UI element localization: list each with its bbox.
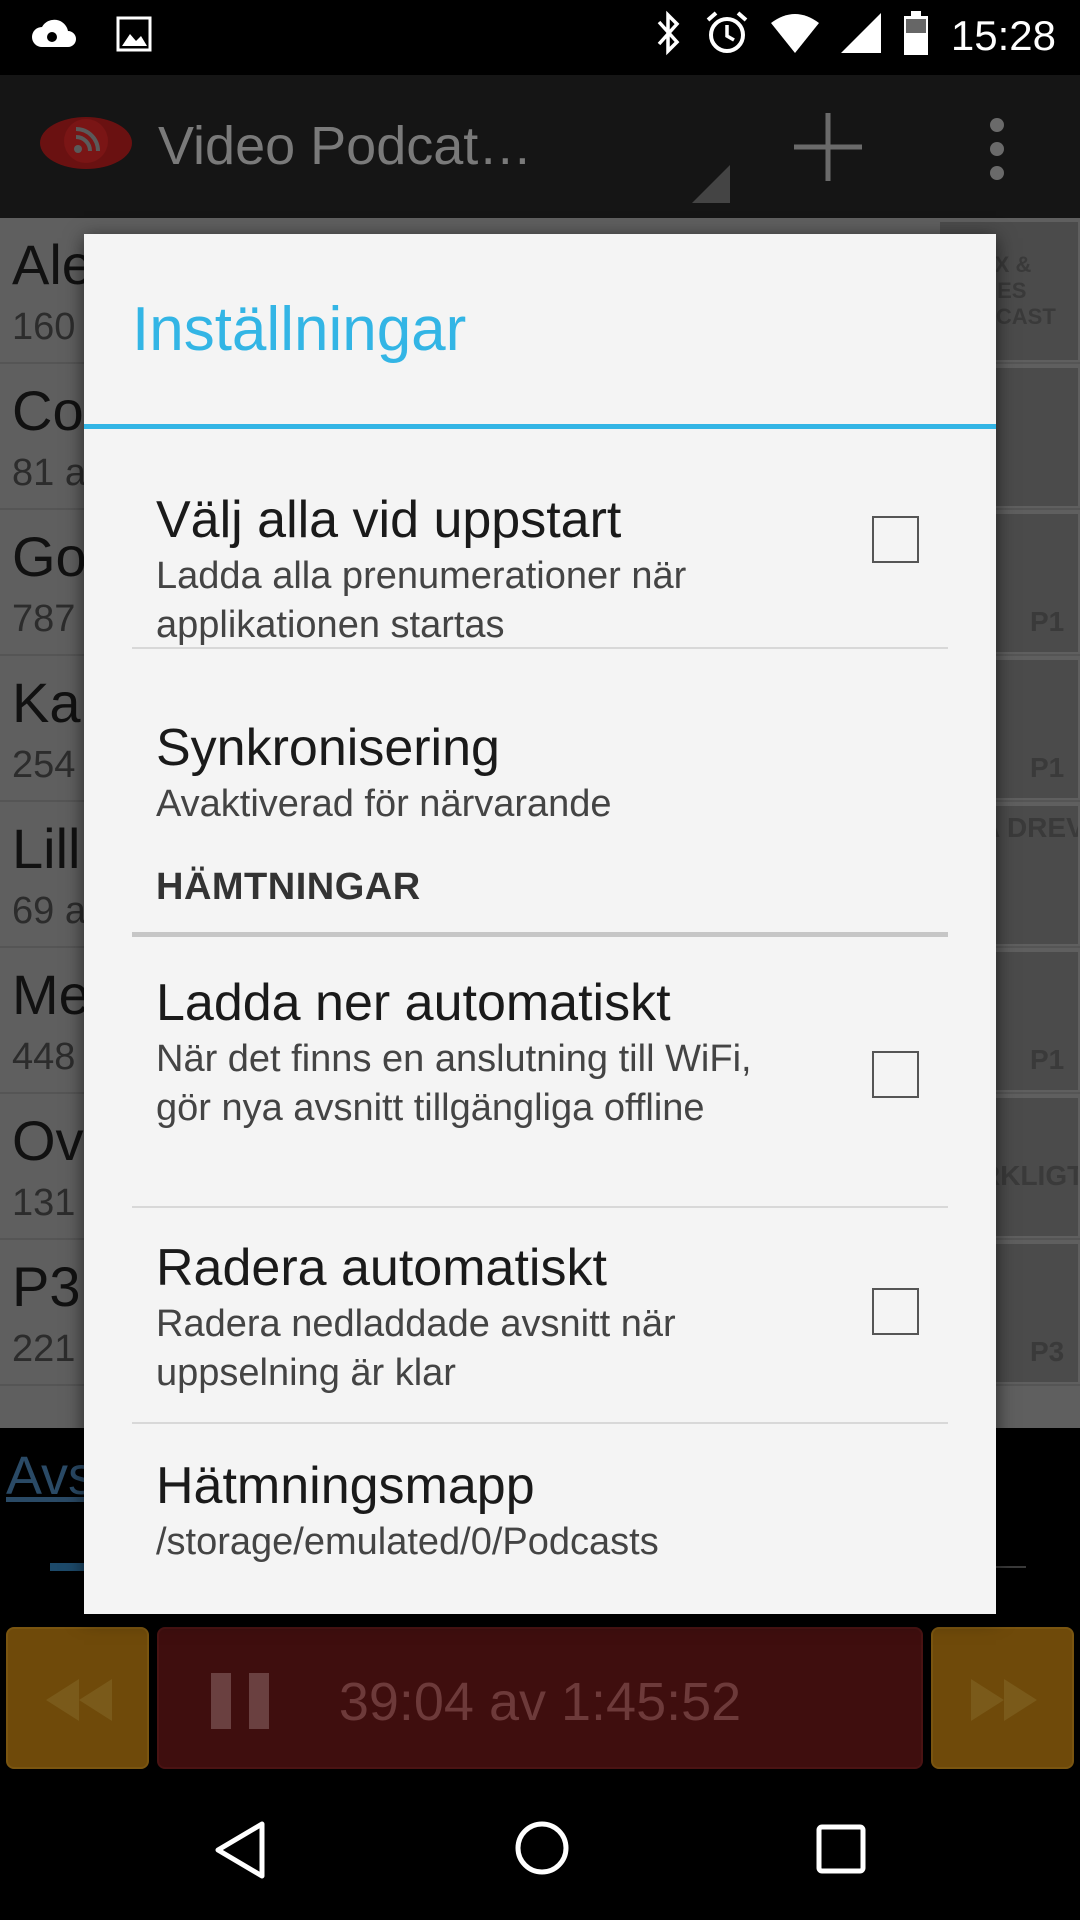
list-item-title: P3	[12, 1255, 81, 1318]
add-icon[interactable]	[792, 111, 864, 183]
pref-summary: När det finns en anslutning till WiFi, g…	[156, 1038, 752, 1129]
list-item-title: Go	[12, 525, 87, 588]
pref-summary: Radera nedladdade avsnitt när uppselning…	[156, 1303, 676, 1394]
pref-summary: Avaktiverad för närvarande	[156, 783, 612, 825]
recents-icon[interactable]	[816, 1824, 866, 1879]
list-item-subtitle: 160	[12, 306, 76, 348]
rewind-button[interactable]	[6, 1627, 149, 1769]
clock: 15:28	[950, 11, 1056, 59]
list-item-title: Ka	[12, 671, 81, 734]
playback-time: 39:04 av 1:45:52	[338, 1672, 742, 1732]
divider	[132, 647, 948, 649]
rewind-icon	[46, 1679, 112, 1721]
list-item-subtitle: 787	[12, 598, 76, 640]
list-item-subtitle: 69 a	[12, 890, 86, 932]
auto-delete-checkbox[interactable]	[872, 1288, 919, 1335]
settings-dialog: Inställningar Välj alla vid uppstart Lad…	[84, 234, 996, 1614]
pref-title: Välj alla vid uppstart	[156, 491, 622, 549]
fast-forward-button[interactable]	[931, 1627, 1074, 1769]
pref-title: Ladda ner automatiskt	[156, 974, 671, 1032]
title-divider	[84, 424, 996, 429]
fast-forward-icon	[971, 1679, 1037, 1721]
battery-icon	[903, 11, 929, 60]
spinner-indicator-icon[interactable]	[692, 165, 730, 203]
status-bar: 15:28	[0, 0, 1080, 75]
pref-title: Hätmningsmapp	[156, 1457, 535, 1515]
back-icon[interactable]	[212, 1820, 268, 1885]
alarm-icon	[705, 10, 749, 61]
pref-summary: Ladda alla prenumerationer när applikati…	[156, 555, 687, 646]
app-logo-icon	[38, 109, 134, 173]
wifi-icon	[770, 13, 819, 58]
play-pause-button[interactable]: 39:04 av 1:45:52	[157, 1627, 923, 1769]
dialog-title: Inställningar	[132, 295, 467, 364]
list-item-subtitle: 131	[12, 1182, 76, 1224]
navigation-bar	[0, 1780, 1080, 1920]
cloud-sync-icon	[30, 17, 76, 56]
select-all-checkbox[interactable]	[872, 516, 919, 563]
list-item-subtitle: 448	[12, 1036, 76, 1078]
thumbnail-label: P1	[1030, 1044, 1065, 1075]
section-header-downloads: HÄMTNINGAR	[156, 866, 421, 908]
thumbnail-label: P3	[1030, 1336, 1065, 1367]
list-item-subtitle: 254	[12, 744, 76, 786]
thumbnail-label: P1	[1030, 606, 1065, 637]
episodes-link[interactable]: Avs	[6, 1445, 95, 1507]
pref-title: Radera automatiskt	[156, 1239, 607, 1297]
pref-synchronization[interactable]: Synkronisering Avaktiverad för närvarand…	[132, 650, 948, 846]
list-item-title: Lill	[12, 817, 81, 880]
image-icon	[116, 16, 152, 57]
pref-select-all-on-startup[interactable]: Välj alla vid uppstart Ladda alla prenum…	[132, 434, 948, 654]
list-item-subtitle: 221	[12, 1328, 76, 1370]
thumbnail-label: P1	[1030, 752, 1065, 783]
pref-download-folder[interactable]: Hätmningsmapp /storage/emulated/0/Podcas…	[132, 1424, 948, 1614]
pref-auto-delete[interactable]: Radera automatiskt Radera nedladdade avs…	[132, 1208, 948, 1422]
list-item-subtitle: 81 a	[12, 452, 86, 494]
list-item-title: Me	[12, 963, 90, 1026]
list-item-title: Ov	[12, 1109, 84, 1172]
list-item-title: Ale	[12, 233, 93, 296]
signal-icon	[840, 13, 881, 58]
pref-title: Synkronisering	[156, 719, 500, 777]
pref-auto-download[interactable]: Ladda ner automatiskt När det finns en a…	[132, 937, 948, 1181]
overflow-menu-icon[interactable]	[985, 117, 1009, 181]
list-item-title: Co	[12, 379, 84, 442]
home-icon[interactable]	[514, 1820, 570, 1881]
bluetooth-icon	[655, 10, 683, 61]
pref-summary: /storage/emulated/0/Podcasts	[156, 1521, 659, 1563]
app-bar: Video Podcat…	[0, 75, 1080, 218]
app-title[interactable]: Video Podcat…	[158, 115, 532, 177]
auto-download-checkbox[interactable]	[872, 1051, 919, 1098]
